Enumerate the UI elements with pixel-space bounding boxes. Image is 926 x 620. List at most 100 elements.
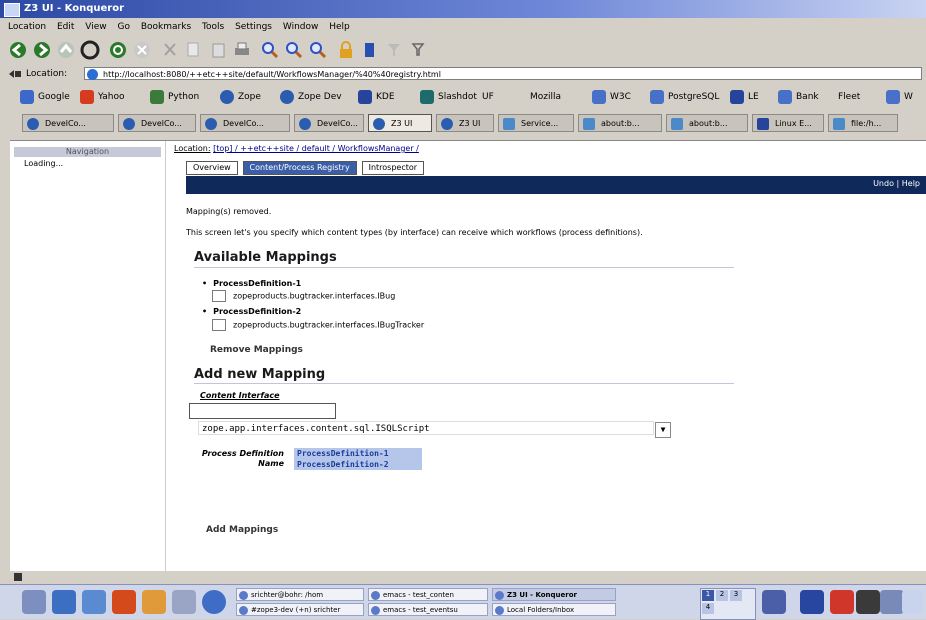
location-clear-icon[interactable] xyxy=(8,69,22,79)
clock-icon[interactable] xyxy=(902,590,922,614)
window-titlebar[interactable]: Z3 UI - Konqueror xyxy=(0,0,926,18)
bookmark-kde[interactable]: KDE xyxy=(358,90,395,104)
editor-icon[interactable] xyxy=(142,590,166,614)
funnel-icon[interactable] xyxy=(408,40,428,60)
up-icon[interactable] xyxy=(56,40,76,60)
copy-icon[interactable] xyxy=(184,40,204,60)
desktop-icon[interactable] xyxy=(52,590,76,614)
undo-help-links[interactable]: Undo | Help xyxy=(873,179,920,188)
klipper-icon[interactable] xyxy=(856,590,880,614)
pager-desktop-3[interactable]: 3 xyxy=(730,590,742,601)
zoom-out-icon[interactable] xyxy=(308,40,328,60)
zoom-in-icon[interactable] xyxy=(284,40,304,60)
tab-z3-ui-active[interactable]: Z3 UI xyxy=(368,114,432,132)
pager-desktop-4[interactable]: 4 xyxy=(702,603,714,614)
breadcrumb-path[interactable]: [top] / ++etc++site / default / Workflow… xyxy=(213,144,419,153)
bookmark-yahoo[interactable]: Yahoo xyxy=(80,90,125,104)
tab-registry[interactable]: Content/Process Registry xyxy=(242,161,357,175)
find-icon[interactable] xyxy=(260,40,280,60)
menu-location[interactable]: Location xyxy=(8,20,46,34)
tab-file[interactable]: file:/h... xyxy=(828,114,898,132)
task-srichter-shell[interactable]: srichter@bohr: /hom xyxy=(236,588,364,601)
interface-select[interactable]: zope.app.interfaces.content.sql.ISQLScri… xyxy=(198,421,671,438)
tab-develco-1[interactable]: DevelCo... xyxy=(22,114,114,132)
search-icon[interactable] xyxy=(82,590,106,614)
pager-desktop-2[interactable]: 2 xyxy=(716,590,728,601)
bookmark-w[interactable]: W xyxy=(886,90,913,104)
kde-icon xyxy=(358,90,372,104)
main-content: Location: [top] / ++etc++site / default … xyxy=(174,141,926,571)
menu-tools[interactable]: Tools xyxy=(202,20,224,34)
bookmark-uf[interactable]: UF xyxy=(482,90,494,104)
task-konqueror[interactable]: Z3 UI - Konqueror xyxy=(492,588,616,601)
bookmark-zope-dev[interactable]: Zope Dev xyxy=(280,90,342,104)
menu-view[interactable]: View xyxy=(85,20,106,34)
system-monitor-icon[interactable] xyxy=(762,590,786,614)
bookmark-postgresql[interactable]: PostgreSQL xyxy=(650,90,719,104)
forward-icon[interactable] xyxy=(32,40,52,60)
bookmark-mozilla[interactable]: Mozilla xyxy=(530,90,561,104)
mapping-checkbox-1[interactable] xyxy=(212,290,226,302)
header-bar: Undo | Help xyxy=(186,176,926,194)
bookmark-zope[interactable]: Zope xyxy=(220,90,261,104)
tab-about-1[interactable]: about:b... xyxy=(578,114,662,132)
desktop-pager[interactable]: 1 2 3 4 xyxy=(700,588,756,620)
bookmark-fleet[interactable]: Fleet xyxy=(838,90,860,104)
bookmark-google[interactable]: Google xyxy=(20,90,70,104)
task-irc[interactable]: #zope3-dev (+n) srichter xyxy=(236,603,364,616)
menu-bookmarks[interactable]: Bookmarks xyxy=(141,20,191,34)
pager-desktop-1[interactable]: 1 xyxy=(702,590,714,601)
task-emacs-content[interactable]: emacs - test_conten xyxy=(368,588,488,601)
bookmark-w3c[interactable]: W3C xyxy=(592,90,631,104)
network-monitor-icon[interactable] xyxy=(800,590,824,614)
chevron-down-icon[interactable]: ▼ xyxy=(655,422,671,438)
back-icon[interactable] xyxy=(8,40,28,60)
volume-icon[interactable] xyxy=(880,590,904,614)
menu-settings[interactable]: Settings xyxy=(235,20,272,34)
tab-service[interactable]: Service... xyxy=(498,114,574,132)
bookmark-bank[interactable]: Bank xyxy=(778,90,819,104)
home-icon[interactable] xyxy=(80,40,100,60)
stop-icon[interactable] xyxy=(132,40,152,60)
bookmark-slashdot[interactable]: Slashdot xyxy=(420,90,477,104)
tab-develco-4[interactable]: DevelCo... xyxy=(294,114,364,132)
status-indicator-icon xyxy=(14,573,22,581)
lock-icon[interactable] xyxy=(336,40,356,60)
kde-menu-icon[interactable] xyxy=(22,590,46,614)
cut-icon[interactable] xyxy=(160,40,180,60)
tab-linux[interactable]: Linux E... xyxy=(752,114,824,132)
bookmark-python[interactable]: Python xyxy=(150,90,199,104)
task-inbox[interactable]: Local Folders/Inbox xyxy=(492,603,616,616)
mapping-checkbox-2[interactable] xyxy=(212,319,226,331)
konqueror-icon[interactable] xyxy=(202,590,226,614)
process-option-1[interactable]: ProcessDefinition-1 xyxy=(294,448,422,459)
tab-about-2[interactable]: about:b... xyxy=(666,114,748,132)
filter-icon[interactable] xyxy=(384,40,404,60)
reload-icon[interactable] xyxy=(108,40,128,60)
breadcrumb-label: Location: xyxy=(174,144,211,153)
flag-icon[interactable] xyxy=(830,590,854,614)
print-icon[interactable] xyxy=(232,40,252,60)
menu-window[interactable]: Window xyxy=(283,20,319,34)
bookmark-le[interactable]: LE xyxy=(730,90,759,104)
mail-icon[interactable] xyxy=(172,590,196,614)
menu-go[interactable]: Go xyxy=(118,20,130,34)
menu-help[interactable]: Help xyxy=(329,20,350,34)
bookmark-icon[interactable] xyxy=(360,40,380,60)
tab-introspector[interactable]: Introspector xyxy=(361,161,425,175)
tab-overview[interactable]: Overview xyxy=(186,161,238,175)
tab-z3-ui[interactable]: Z3 UI xyxy=(436,114,494,132)
add-mappings-button[interactable]: Add Mappings xyxy=(192,522,293,538)
terminal-icon[interactable] xyxy=(112,590,136,614)
paste-icon[interactable] xyxy=(208,40,228,60)
remove-mappings-button[interactable]: Remove Mappings xyxy=(196,342,317,358)
tab-develco-3[interactable]: DevelCo... xyxy=(200,114,290,132)
process-option-2[interactable]: ProcessDefinition-2 xyxy=(294,459,422,470)
tab-develco-2[interactable]: DevelCo... xyxy=(118,114,196,132)
interface-input[interactable] xyxy=(189,403,336,419)
task-emacs-events[interactable]: emacs - test_eventsu xyxy=(368,603,488,616)
url-input[interactable]: http://localhost:8080/++etc++site/defaul… xyxy=(84,67,922,80)
navigation-sidebar: Navigation Loading... xyxy=(10,141,166,571)
process-definition-listbox[interactable]: ProcessDefinition-1 ProcessDefinition-2 xyxy=(294,448,422,506)
menu-edit[interactable]: Edit xyxy=(57,20,74,34)
